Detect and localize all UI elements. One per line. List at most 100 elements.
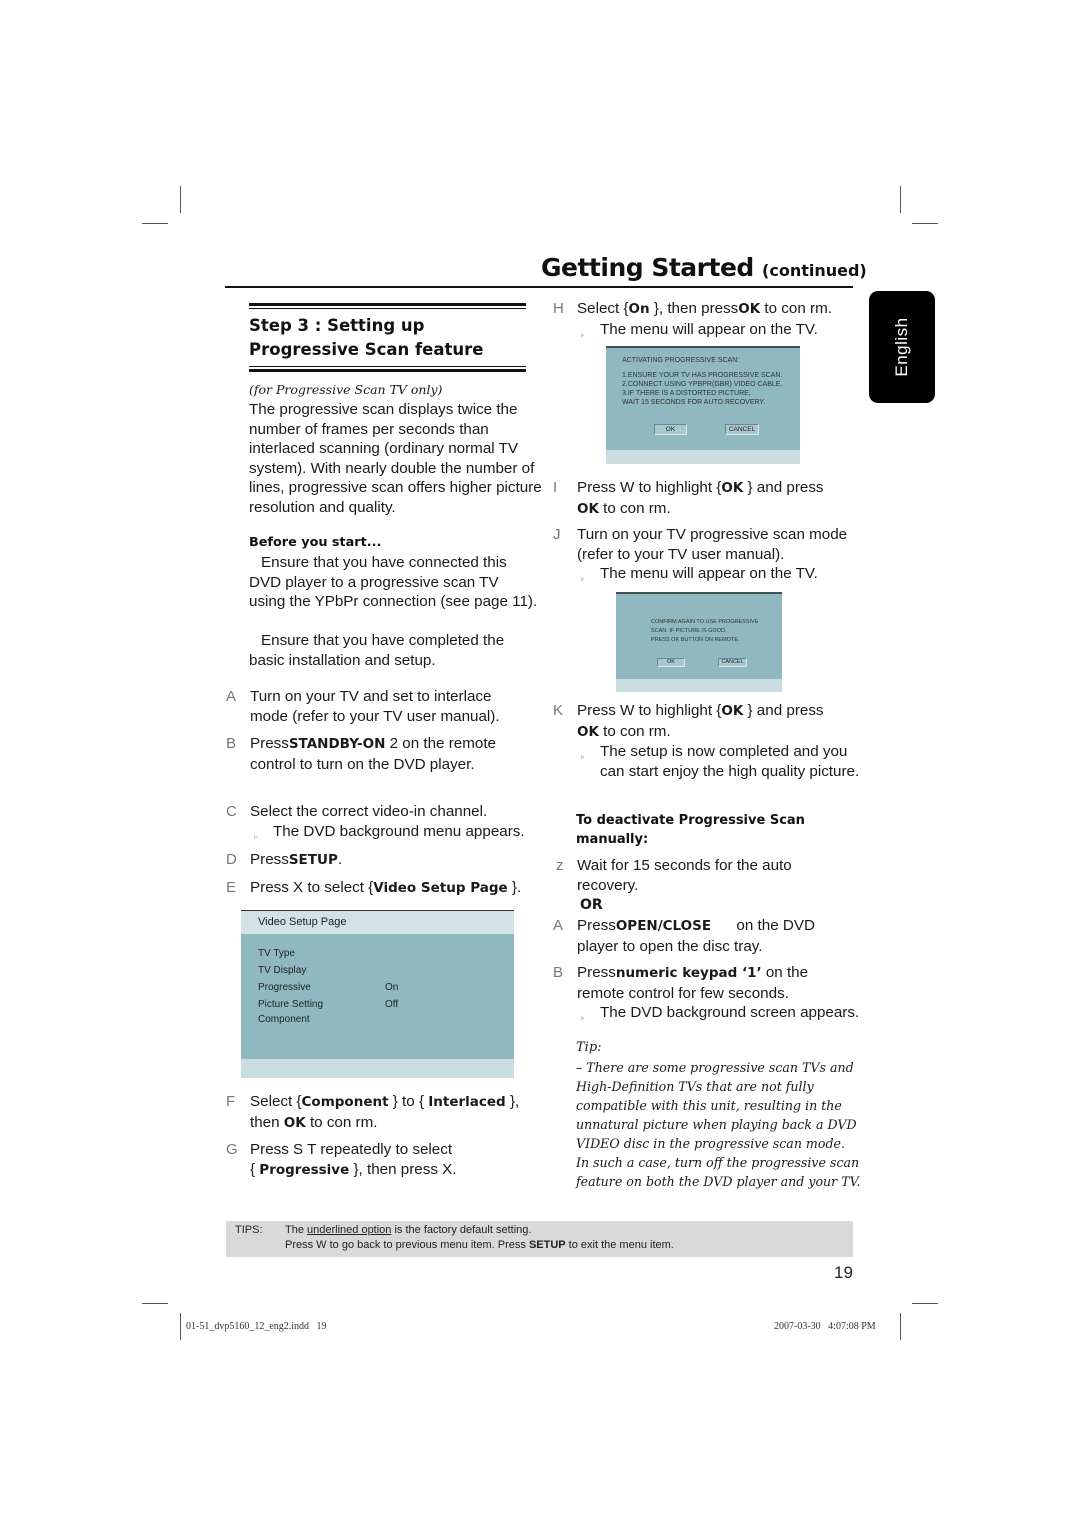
deactivate-heading: To deactivate Progressive Scan manually:	[576, 811, 805, 849]
video-setup-menu: Video Setup Page TV Type TV Display Prog…	[241, 910, 514, 1078]
tips-line: Press W to go back to previous menu item…	[285, 1239, 674, 1251]
step-text: Select the correct video-in channel.	[250, 803, 488, 820]
step-letter: A	[553, 917, 564, 934]
step-text: },	[505, 1093, 520, 1110]
tips-label: TIPS:	[235, 1224, 263, 1236]
tv-menu-line: 1.ENSURE YOUR TV HAS PROGRESSIVE SCAN.	[622, 372, 783, 379]
step-text: Press W to highlight {	[577, 479, 722, 496]
header-rule	[225, 286, 853, 288]
step-text: Select {	[250, 1093, 302, 1110]
tips-text: Press W to go back to previous menu item…	[285, 1239, 529, 1251]
step-text: Turn on your TV and set to interlace mod…	[250, 688, 500, 725]
step-text: {	[250, 1160, 260, 1178]
section-title-continued: (continued)	[762, 261, 867, 280]
step-result: The DVD background menu appears.	[273, 822, 525, 840]
step-letter: E	[226, 879, 237, 896]
step-text: Select {	[577, 300, 629, 317]
step-result: The menu will appear on the TV.	[600, 565, 818, 583]
key-name: OPEN/CLOSE	[615, 918, 712, 934]
step-title-line: Progressive Scan feature	[249, 340, 484, 359]
before-you-start-heading: Before you start...	[249, 535, 382, 550]
crop-mark	[180, 186, 181, 213]
step-letter: D	[226, 851, 237, 868]
menu-header: Video Setup Page	[258, 916, 347, 928]
key-name: OK	[577, 500, 599, 517]
step-letter: G	[226, 1141, 238, 1158]
or-separator: OR	[580, 897, 603, 913]
tv-menu-line: WAIT 15 SECONDS FOR AUTO RECOVERY.	[622, 399, 766, 406]
crop-mark	[180, 1313, 181, 1340]
tv-menu-line: CONFIRM AGAIN TO USE PROGRESSIVE	[651, 619, 759, 625]
step-text: Press S T repeatedly to select	[250, 1141, 453, 1158]
before-item: Ensure that you have completed the basic…	[249, 632, 505, 669]
step-text: on the DVD	[711, 917, 815, 934]
key-name: STANDBY-ON	[288, 736, 386, 752]
result-arrow-icon: ▹	[254, 833, 258, 841]
option-name: OK	[721, 703, 744, 719]
tv-menu-activating: ACTIVATING PROGRESSIVE SCAN: 1.ENSURE YO…	[606, 346, 800, 464]
tv-menu-confirm: CONFIRM AGAIN TO USE PROGRESSIVE SCAN. I…	[616, 592, 782, 692]
menu-item-component: Component	[258, 1014, 310, 1025]
result-arrow-icon: ▹	[581, 1015, 585, 1023]
intro-paragraph: The progressive scan displays twice the …	[249, 401, 542, 516]
crop-mark	[142, 1303, 168, 1304]
step-result: The menu will appear on the TV.	[600, 320, 818, 338]
step-letter: z	[556, 857, 564, 874]
tip-text: – There are some progressive scan TVs an…	[576, 1060, 861, 1189]
step-text: to con rm.	[598, 499, 671, 517]
key-name: SETUP	[288, 852, 338, 868]
step-letter: B	[226, 735, 237, 752]
crop-mark	[912, 1303, 938, 1304]
option-name: On	[628, 301, 650, 317]
tv-ok-button: OK	[657, 658, 685, 667]
page-number: 19	[834, 1263, 853, 1282]
title-rule-top	[249, 303, 526, 309]
crop-mark	[912, 223, 938, 224]
deactivate-heading-line: To deactivate Progressive Scan	[576, 813, 805, 828]
step-text: }, then press X.	[349, 1160, 457, 1178]
tips-text: is the factory default setting.	[391, 1224, 532, 1236]
step-text: Press	[250, 735, 289, 752]
menu-item-tv-display: TV Display	[258, 965, 307, 976]
step-text: Press	[577, 964, 616, 981]
step-letter: F	[226, 1093, 236, 1110]
menu-value-progressive: On	[385, 982, 399, 993]
menu-item-tv-type: TV Type	[258, 948, 296, 959]
step-letter: B	[553, 964, 564, 981]
menu-item-progressive: Progressive	[258, 982, 311, 993]
step-text: remote control for few seconds.	[577, 984, 789, 1002]
tv-menu-line: SCAN. IF PICTURE IS GOOD,	[651, 628, 727, 634]
step-text: .	[337, 851, 343, 868]
step-letter: H	[553, 300, 564, 317]
crop-mark	[142, 223, 168, 224]
tv-menu-line: 3.IF THERE IS A DISTORTED PICTURE,	[622, 390, 751, 397]
slug-filename: 01-51_dvp5160_12_eng2.indd 19	[186, 1321, 327, 1332]
step-text: } to {	[388, 1093, 429, 1110]
tv-menu-title: ACTIVATING PROGRESSIVE SCAN:	[622, 357, 740, 364]
tv-cancel-button: CANCEL	[725, 424, 759, 435]
step-text: to con rm.	[760, 300, 832, 317]
option-name: OK	[721, 480, 744, 496]
step-text: }, then press	[649, 300, 739, 317]
tips-underlined: underlined option	[307, 1224, 392, 1236]
slug-date: 2007-03-30 4:07:08 PM	[774, 1321, 876, 1332]
step-result: The setup is now completed and you can s…	[600, 743, 860, 780]
result-arrow-icon: ▹	[581, 331, 585, 339]
key-name: OK	[738, 301, 761, 317]
step-text: Press X to select {	[250, 879, 374, 896]
menu-value-picture-setting: Off	[385, 999, 399, 1010]
language-tab-label: English	[892, 317, 911, 377]
section-title: Getting Started (continued)	[541, 253, 867, 282]
subtitle: (for Progressive Scan TV only)	[249, 382, 443, 397]
step-title-line: Step 3 : Setting up	[249, 316, 425, 335]
before-item: Ensure that you have connected this DVD …	[249, 554, 538, 611]
step-text: Wait for 15 seconds for the auto recover…	[577, 857, 792, 894]
step-letter: I	[553, 479, 558, 496]
menu-item-picture-setting: Picture Setting	[258, 999, 324, 1010]
step-text: to con rm.	[305, 1113, 378, 1131]
option-name: Interlaced	[428, 1094, 506, 1110]
tips-line: The underlined option is the factory def…	[285, 1224, 531, 1236]
step-text: on the	[761, 964, 809, 981]
step-result: The DVD background screen appears.	[600, 1004, 860, 1022]
title-rule-bottom	[249, 366, 526, 372]
